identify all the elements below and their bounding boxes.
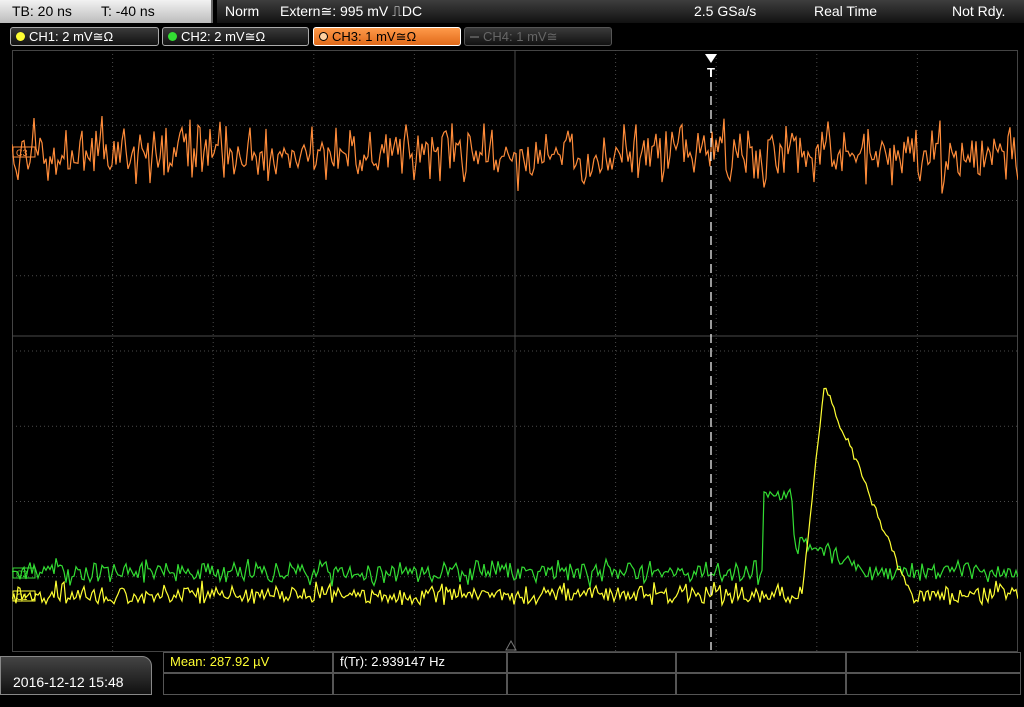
channel-4-button[interactable]: CH4: 1 mV≅: [464, 27, 612, 46]
ch2-indicator-icon: [168, 32, 177, 41]
trigger-source-label: Extern≅: 995 mV ⎍DC: [280, 3, 423, 19]
top-status-bar: TB: 20 ns T: -40 ns Norm Extern≅: 995 mV…: [0, 0, 1024, 24]
mean-measurement[interactable]: Mean: 287.92 µV: [163, 652, 333, 673]
acquisition-info-bar[interactable]: Norm Extern≅: 995 mV ⎍DC 2.5 GSa/s Real …: [217, 0, 1024, 23]
ch3-marker-label: C3: [16, 148, 28, 158]
ch3-indicator-icon: [319, 32, 328, 41]
ch4-label: CH4: 1 mV≅: [483, 29, 558, 44]
trigger-marker-label: T: [707, 65, 715, 80]
acquisition-mode-label: Real Time: [814, 3, 878, 19]
frequency-measurement[interactable]: f(Tr): 2.939147 Hz: [333, 652, 507, 673]
ch1-marker-label: C1: [16, 592, 28, 602]
channel-3-button[interactable]: CH3: 1 mV≅Ω: [313, 27, 461, 46]
trigger-mode-label: Norm: [225, 3, 260, 19]
sample-rate-label: 2.5 GSa/s: [694, 3, 757, 19]
ch2-label: CH2: 2 mV≅Ω: [181, 29, 266, 44]
ch4-indicator-icon: [470, 36, 479, 38]
status-label: Not Rdy.: [952, 3, 1006, 19]
ch1-label: CH1: 2 mV≅Ω: [29, 29, 114, 44]
trigger-time-label: T: -40 ns: [101, 3, 155, 19]
channel-bar: CH1: 2 mV≅Ω CH2: 2 mV≅Ω CH3: 1 mV≅Ω CH4:…: [0, 24, 1024, 48]
measurement-panel: Mean: 287.92 µV f(Tr): 2.939147 Hz: [163, 652, 1024, 695]
date-time-box[interactable]: 2016-12-12 15:48: [0, 656, 152, 695]
waveform-canvas[interactable]: T C3 C2 C1: [12, 50, 1018, 652]
timebase-box[interactable]: TB: 20 ns T: -40 ns: [0, 0, 213, 23]
ch2-marker-label: C2: [16, 569, 28, 579]
channel-2-button[interactable]: CH2: 2 mV≅Ω: [162, 27, 309, 46]
frequency-value: f(Tr): 2.939147 Hz: [340, 654, 446, 669]
measurement-slot-5[interactable]: [846, 652, 1021, 673]
measurement-slot-3[interactable]: [507, 652, 676, 673]
measurement-slot-7[interactable]: [333, 673, 507, 695]
measurement-slot-9[interactable]: [676, 673, 846, 695]
timebase-label: TB: 20 ns: [12, 3, 72, 19]
mean-value: Mean: 287.92 µV: [170, 654, 270, 669]
date-time-label: 2016-12-12 15:48: [13, 674, 124, 690]
ch3-label: CH3: 1 mV≅Ω: [332, 29, 417, 44]
measurement-slot-4[interactable]: [676, 652, 846, 673]
measurement-slot-10[interactable]: [846, 673, 1021, 695]
trigger-marker-icon[interactable]: [705, 54, 717, 63]
bottom-bar: 2016-12-12 15:48 Mean: 287.92 µV f(Tr): …: [0, 652, 1024, 695]
measurement-slot-6[interactable]: [163, 673, 333, 695]
ch1-indicator-icon: [16, 32, 25, 41]
channel-1-button[interactable]: CH1: 2 mV≅Ω: [10, 27, 159, 46]
measurement-slot-8[interactable]: [507, 673, 676, 695]
